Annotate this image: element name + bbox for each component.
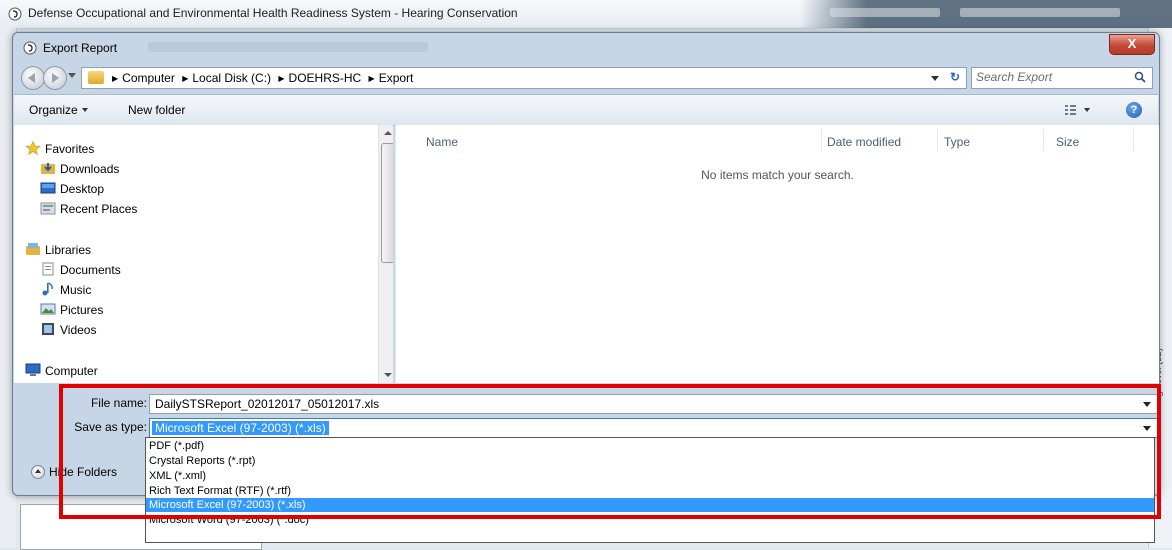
column-type[interactable]: Type <box>944 135 970 149</box>
scrollbar-thumb[interactable] <box>381 143 393 263</box>
computer-icon <box>25 363 41 376</box>
column-divider[interactable] <box>1043 129 1044 151</box>
file-list[interactable]: Name Date modified Type Size No items ma… <box>395 125 1159 383</box>
breadcrumb-local-disk[interactable]: Local Disk (C:) <box>192 71 271 85</box>
taskbar-blur <box>800 0 1172 28</box>
chevron-right-icon[interactable]: ▶ <box>178 74 192 83</box>
dialog-title: Export Report <box>43 41 118 55</box>
back-button[interactable] <box>21 66 45 90</box>
chevron-down-icon[interactable] <box>1143 402 1151 407</box>
save-as-type-dropdown-list: PDF (*.pdf) Crystal Reports (*.rpt) XML … <box>145 437 1155 543</box>
address-history-dropdown[interactable] <box>931 76 939 81</box>
chevron-right-icon[interactable]: ▶ <box>108 74 122 83</box>
dialog-title-bar[interactable]: Export Report X <box>13 33 1159 63</box>
desktop-icon <box>40 182 56 194</box>
documents-icon <box>42 262 54 276</box>
dialog-logo-icon <box>23 41 37 55</box>
folder-icon <box>88 71 104 84</box>
type-option-label: Rich Text Format (RTF) (*.rtf) <box>149 485 291 497</box>
downloads-folder-icon <box>41 163 55 174</box>
save-as-type-select[interactable]: Microsoft Excel (97-2003) (*.xls) <box>149 418 1158 438</box>
breadcrumb-export[interactable]: Export <box>379 71 414 85</box>
refresh-button[interactable]: ↻ <box>944 67 967 89</box>
save-as-type-value[interactable]: Microsoft Excel (97-2003) (*.xls) <box>152 421 329 435</box>
nav-favorites-label: Favorites <box>45 142 95 156</box>
type-option-selected[interactable]: Microsoft Excel (97-2003) (*.xls) <box>146 498 1154 512</box>
libraries-icon <box>26 243 40 255</box>
chevron-up-icon <box>31 465 45 479</box>
type-option-label: Microsoft Excel (97-2003) (*.xls) <box>149 499 306 511</box>
column-divider[interactable] <box>1133 129 1134 151</box>
empty-results-message: No items match your search. <box>701 168 854 182</box>
nav-item-label: Pictures <box>60 303 104 317</box>
recent-places-icon <box>40 202 56 215</box>
close-button[interactable]: X <box>1109 34 1155 55</box>
breadcrumb-computer[interactable]: Computer <box>122 71 175 85</box>
forward-button[interactable] <box>43 66 67 90</box>
column-size[interactable]: Size <box>1056 135 1079 149</box>
type-option[interactable]: Crystal Reports (*.rpt) <box>146 454 1154 468</box>
nav-item-label: Desktop <box>60 182 105 196</box>
chevron-down-icon <box>81 108 88 112</box>
chevron-right-icon[interactable]: ▶ <box>365 74 379 83</box>
organize-button[interactable]: Organize <box>29 103 88 117</box>
column-divider[interactable] <box>937 129 938 151</box>
scroll-up-icon[interactable] <box>384 131 392 135</box>
export-report-dialog: Export Report X ▶ Computer ▶ Local Disk (C… <box>12 32 1160 496</box>
search-icon[interactable] <box>1134 71 1146 83</box>
search-input[interactable] <box>976 69 1126 85</box>
navigation-scrollbar[interactable] <box>378 125 393 383</box>
type-option[interactable]: PDF (*.pdf) <box>146 439 1154 453</box>
nav-item-label: Recent Places <box>60 202 138 216</box>
search-box[interactable] <box>971 67 1153 89</box>
breadcrumb-doehrs-hc[interactable]: DOEHRS-HC <box>289 71 362 85</box>
chevron-right-icon[interactable]: ▶ <box>274 74 288 83</box>
star-icon <box>25 141 41 155</box>
save-as-type-label: Save as type: <box>74 420 147 434</box>
type-option-label: Crystal Reports (*.rpt) <box>149 455 256 467</box>
type-option-label: PDF (*.pdf) <box>149 440 205 452</box>
nav-item-label: Music <box>60 283 92 297</box>
type-option[interactable]: Rich Text Format (RTF) (*.rtf) <box>146 484 1154 498</box>
column-date-modified[interactable]: Date modified <box>827 135 901 149</box>
recent-locations-dropdown[interactable] <box>68 73 76 78</box>
file-name-label: File name: <box>90 396 147 410</box>
column-divider[interactable] <box>821 129 822 151</box>
type-option[interactable]: XML (*.xml) <box>146 469 1154 483</box>
app-logo-icon <box>8 7 22 21</box>
app-title: Defense Occupational and Environmental H… <box>28 6 518 20</box>
nav-computer-label: Computer <box>45 364 98 378</box>
breadcrumb: ▶ Computer ▶ Local Disk (C:) ▶ DOEHRS-HC ▶ E… <box>108 71 413 85</box>
new-folder-button[interactable]: New folder <box>128 103 185 117</box>
nav-item-label: Videos <box>60 323 97 337</box>
type-option-label: XML (*.xml) <box>149 470 207 482</box>
organize-label: Organize <box>29 103 78 117</box>
type-option-label: Microsoft Word (97-2003) (*.doc) <box>149 514 309 526</box>
type-option[interactable]: Microsoft Word (97-2003) (*.doc) <box>146 513 1154 527</box>
nav-libraries-label: Libraries <box>45 243 92 257</box>
column-name[interactable]: Name <box>426 135 458 149</box>
chevron-down-icon[interactable] <box>1143 426 1151 431</box>
scroll-down-icon[interactable] <box>384 373 392 377</box>
file-name-value[interactable]: DailySTSReport_02012017_05012017.xls <box>155 397 379 411</box>
music-note-icon <box>42 282 53 296</box>
file-name-field[interactable]: DailySTSReport_02012017_05012017.xls <box>149 394 1158 414</box>
toolbar: Organize New folder ? <box>14 94 1158 126</box>
nav-item-label: Downloads <box>60 162 120 176</box>
videos-icon <box>42 323 54 335</box>
navigation-pane: Favorites Downloads Desktop Recent Place… <box>14 125 393 383</box>
change-view-icon[interactable] <box>1064 103 1092 117</box>
address-bar[interactable]: ▶ Computer ▶ Local Disk (C:) ▶ DOEHRS-HC ▶ E… <box>81 67 946 89</box>
hide-folders-label: Hide Folders <box>49 465 118 479</box>
pictures-icon <box>40 303 56 315</box>
help-button[interactable]: ? <box>1126 102 1142 118</box>
background-menu-ghost <box>148 42 428 52</box>
nav-item-label: Documents <box>60 263 121 277</box>
